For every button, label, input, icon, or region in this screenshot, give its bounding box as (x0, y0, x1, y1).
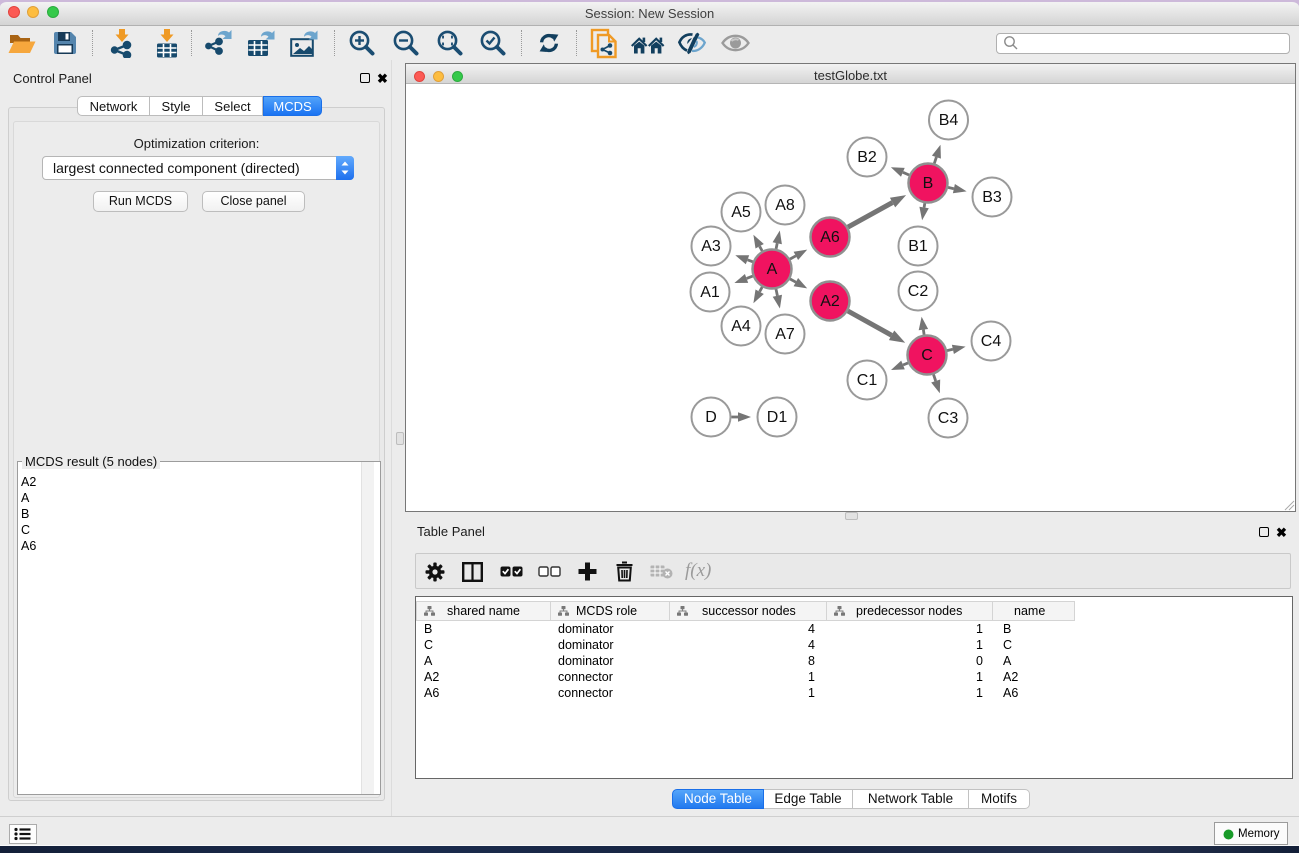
svg-text:C1: C1 (857, 372, 878, 389)
svg-text:A5: A5 (731, 204, 751, 221)
svg-text:C2: C2 (908, 283, 929, 300)
svg-text:A4: A4 (731, 318, 751, 335)
svg-text:B1: B1 (908, 238, 928, 255)
svg-text:A3: A3 (701, 238, 721, 255)
svg-text:B: B (923, 175, 934, 192)
svg-text:B3: B3 (982, 189, 1002, 206)
svg-text:A1: A1 (700, 284, 720, 301)
svg-text:A8: A8 (775, 197, 795, 214)
svg-text:A2: A2 (820, 293, 840, 310)
svg-text:C3: C3 (938, 410, 959, 427)
svg-text:C4: C4 (981, 333, 1002, 350)
svg-text:D: D (705, 409, 717, 426)
svg-text:B4: B4 (939, 112, 959, 129)
svg-text:C: C (921, 347, 933, 364)
svg-text:D1: D1 (767, 409, 788, 426)
svg-text:B2: B2 (857, 149, 877, 166)
svg-text:A7: A7 (775, 326, 795, 343)
svg-text:A: A (767, 261, 778, 278)
svg-text:A6: A6 (820, 229, 840, 246)
